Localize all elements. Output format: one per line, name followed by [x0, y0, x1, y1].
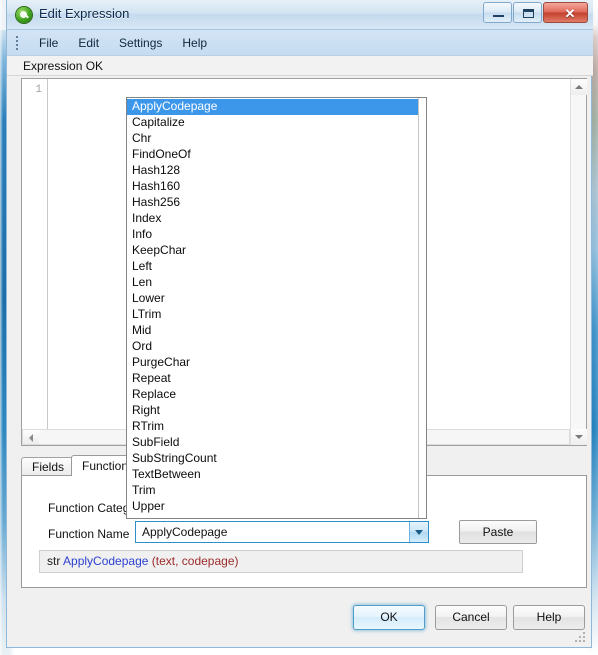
- dropdown-item[interactable]: ApplyCodepage: [127, 99, 418, 115]
- minimize-icon: [493, 15, 504, 17]
- dropdown-item[interactable]: Len: [127, 275, 418, 291]
- dropdown-item[interactable]: Trim: [127, 483, 418, 499]
- function-name-dropdown-list[interactable]: ApplyCodepage Capitalize Chr FindOneOf Hash1…: [126, 97, 427, 519]
- function-name-label: Function Name: [48, 527, 130, 541]
- dropdown-item[interactable]: RTrim: [127, 419, 418, 435]
- menu-items: File Edit Settings Help: [29, 30, 217, 56]
- function-signature: str ApplyCodepage (text, codepage): [39, 550, 523, 573]
- resize-grip-icon[interactable]: [575, 632, 587, 644]
- dropdown-item[interactable]: SubField: [127, 435, 418, 451]
- dropdown-item[interactable]: Hash128: [127, 163, 418, 179]
- dropdown-item[interactable]: LTrim: [127, 307, 418, 323]
- dropdown-scroll-rail[interactable]: [418, 98, 426, 518]
- paste-button[interactable]: Paste: [459, 520, 537, 544]
- dropdown-item[interactable]: Hash160: [127, 179, 418, 195]
- dropdown-item[interactable]: Capitalize: [127, 115, 418, 131]
- signature-function-name: ApplyCodepage: [63, 554, 149, 568]
- scroll-up-button[interactable]: [571, 79, 587, 95]
- chevron-left-icon: [29, 434, 33, 442]
- signature-return-type: str: [47, 554, 61, 568]
- ok-button[interactable]: OK: [353, 605, 425, 630]
- expression-status-bar: Expression OK: [7, 56, 593, 76]
- help-button[interactable]: Help: [513, 605, 585, 630]
- dropdown-item[interactable]: PurgeChar: [127, 355, 418, 371]
- dropdown-item[interactable]: Right: [127, 403, 418, 419]
- maximize-button[interactable]: [513, 2, 542, 23]
- dropdown-item[interactable]: Mid: [127, 323, 418, 339]
- function-name-dropdown-button[interactable]: [409, 522, 428, 542]
- dialog-button-row: OK Cancel Help: [7, 605, 593, 635]
- title-bar[interactable]: Edit Expression ✕: [7, 0, 593, 30]
- dropdown-item[interactable]: Index: [127, 211, 418, 227]
- dropdown-item[interactable]: Left: [127, 259, 418, 275]
- dropdown-item[interactable]: FindOneOf: [127, 147, 418, 163]
- signature-arguments: (text, codepage): [151, 554, 239, 568]
- dropdown-item[interactable]: Hash256: [127, 195, 418, 211]
- expression-status-text: Expression OK: [23, 59, 104, 73]
- dropdown-item[interactable]: Lower: [127, 291, 418, 307]
- window-title: Edit Expression: [39, 6, 130, 21]
- dropdown-item[interactable]: KeepChar: [127, 243, 418, 259]
- minimize-button[interactable]: [483, 2, 512, 23]
- editor-vertical-scrollbar[interactable]: [570, 79, 587, 445]
- window-controls: ✕: [482, 2, 588, 24]
- dropdown-item[interactable]: SubStringCount: [127, 451, 418, 467]
- dropdown-item[interactable]: Repeat: [127, 371, 418, 387]
- dropdown-item[interactable]: Info: [127, 227, 418, 243]
- scroll-left-button[interactable]: [23, 430, 39, 444]
- dropdown-item[interactable]: Upper: [127, 499, 418, 515]
- function-name-combobox[interactable]: ApplyCodepage: [135, 521, 429, 543]
- close-icon: ✕: [564, 6, 576, 21]
- tab-fields[interactable]: Fields: [21, 457, 76, 476]
- dropdown-item[interactable]: TextBetween: [127, 467, 418, 483]
- close-button[interactable]: ✕: [543, 2, 588, 23]
- expression-app-icon: [16, 7, 32, 23]
- dropdown-item[interactable]: Ord: [127, 339, 418, 355]
- editor-line-number: 1: [35, 84, 42, 96]
- chevron-down-icon: [415, 530, 423, 535]
- dropdown-items: ApplyCodepage Capitalize Chr FindOneOf Hash1…: [127, 99, 418, 515]
- menu-item-help[interactable]: Help: [172, 32, 217, 54]
- editor-gutter: 1: [22, 79, 48, 445]
- screen: Edit Expression ✕ File Edit Settings Hel…: [0, 0, 598, 655]
- menu-drag-grip-icon[interactable]: [16, 36, 19, 50]
- menu-item-edit[interactable]: Edit: [68, 32, 109, 54]
- menu-item-settings[interactable]: Settings: [109, 32, 172, 54]
- function-name-value: ApplyCodepage: [142, 525, 228, 539]
- maximize-icon: [523, 9, 534, 18]
- chevron-up-icon: [575, 85, 583, 89]
- dropdown-item[interactable]: Chr: [127, 131, 418, 147]
- cancel-button[interactable]: Cancel: [435, 605, 507, 630]
- menu-item-file[interactable]: File: [29, 32, 68, 54]
- dropdown-item[interactable]: Replace: [127, 387, 418, 403]
- menu-bar: File Edit Settings Help: [7, 30, 593, 56]
